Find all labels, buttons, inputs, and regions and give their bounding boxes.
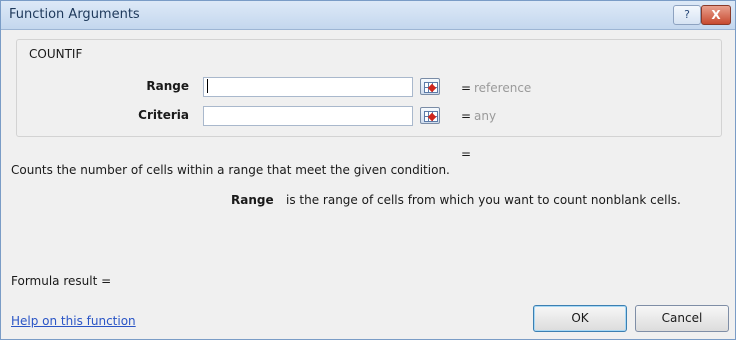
range-type-hint: reference xyxy=(474,81,532,95)
cancel-button[interactable]: Cancel xyxy=(635,305,729,332)
function-arguments-dialog: Function Arguments ? X COUNTIF Range = r… xyxy=(0,0,736,340)
close-button[interactable]: X xyxy=(701,5,731,25)
range-collapse-button[interactable] xyxy=(420,78,440,95)
range-equals: = xyxy=(461,81,472,95)
text-cursor xyxy=(207,79,208,93)
criteria-equals: = xyxy=(461,109,472,123)
criteria-label: Criteria xyxy=(138,108,189,122)
dialog-title: Function Arguments xyxy=(9,7,140,22)
criteria-collapse-button[interactable] xyxy=(420,107,440,124)
help-button[interactable]: ? xyxy=(673,5,701,25)
help-on-function-link[interactable]: Help on this function xyxy=(11,314,136,328)
ok-button[interactable]: OK xyxy=(533,305,627,332)
function-name: COUNTIF xyxy=(29,47,83,61)
function-result-equals: = xyxy=(461,147,472,161)
criteria-type-hint: any xyxy=(474,109,497,123)
criteria-input[interactable] xyxy=(203,106,413,126)
function-description: Counts the number of cells within a rang… xyxy=(11,163,450,177)
title-bar: Function Arguments ? X xyxy=(1,1,735,30)
argument-help-name: Range xyxy=(231,193,274,207)
range-input[interactable] xyxy=(203,77,413,97)
formula-result-label: Formula result = xyxy=(11,274,112,288)
argument-help-text: is the range of cells from which you wan… xyxy=(286,193,681,207)
range-label: Range xyxy=(146,79,189,93)
